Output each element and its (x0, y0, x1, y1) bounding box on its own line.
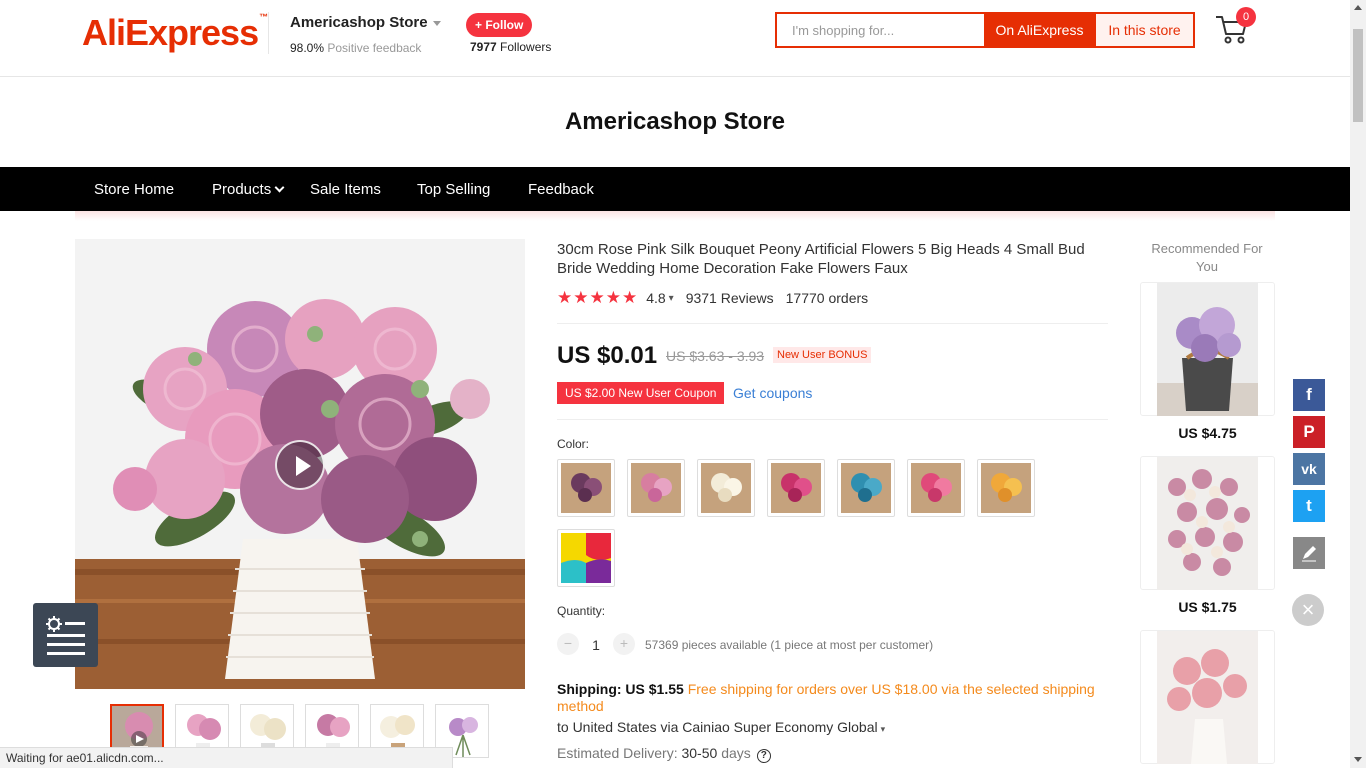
scrollbar-thumb[interactable] (1353, 29, 1363, 122)
reviews-count[interactable]: 9371 Reviews (686, 290, 774, 306)
new-user-badge: New User BONUS (773, 347, 872, 363)
recommended-price: US $4.75 (1178, 425, 1237, 441)
swatch-image (771, 463, 821, 513)
browser-status-bar: Waiting for ae01.alicdn.com... (0, 747, 453, 768)
followers-count: 7977 (470, 40, 497, 54)
quantity-label: Quantity: (557, 604, 606, 618)
est-label: Estimated Delivery: (557, 745, 678, 761)
nav-feedback[interactable]: Feedback (528, 181, 594, 198)
pinterest-share-icon[interactable]: P (1293, 416, 1325, 448)
nav-sale-items[interactable]: Sale Items (310, 181, 381, 198)
page: AliExpress™ Americashop Store 98.0% Posi… (0, 0, 1366, 768)
color-swatch[interactable] (627, 459, 685, 517)
store-feedback: 98.0% Positive feedback (290, 41, 421, 55)
nav-top-selling[interactable]: Top Selling (417, 181, 490, 198)
recommended-image (1157, 457, 1258, 590)
recommended-image (1157, 283, 1258, 416)
header-divider (268, 12, 269, 54)
feedback-percent: 98.0% (290, 41, 325, 55)
estimated-delivery: Estimated Delivery: 30-50 days? (557, 745, 771, 763)
quantity-decrease-button[interactable]: − (557, 633, 579, 655)
close-share-icon[interactable]: × (1292, 594, 1324, 626)
recommended-item[interactable] (1140, 456, 1275, 590)
ship-to-selector[interactable]: to United States via Cainiao Super Econo… (557, 719, 885, 735)
edit-icon[interactable] (1293, 537, 1325, 569)
chevron-down-icon (274, 182, 285, 193)
page-scrollbar[interactable] (1350, 0, 1366, 768)
recommended-price: US $1.75 (1178, 599, 1237, 615)
shipping-info: Shipping: US $1.55 Free shipping for ord… (557, 681, 1097, 715)
divider (557, 419, 1108, 420)
follow-button[interactable]: + Follow (466, 13, 533, 37)
color-swatch[interactable] (557, 459, 615, 517)
store-nav: Store Home Products Sale Items Top Selli… (0, 167, 1350, 221)
color-swatch[interactable] (837, 459, 895, 517)
quantity-increase-button[interactable]: + (613, 633, 635, 655)
followers: 7977 Followers (470, 40, 551, 54)
store-name-dropdown[interactable]: Americashop Store (290, 14, 441, 31)
logo-text: AliExpress (82, 12, 259, 53)
store-name: Americashop Store (290, 14, 428, 31)
ship-to-text: to United States via Cainiao Super Econo… (557, 719, 878, 735)
color-swatch-multicolor[interactable] (557, 529, 615, 587)
search-aliexpress-button[interactable]: On AliExpress (984, 14, 1095, 46)
chevron-down-icon: ▾ (668, 292, 674, 304)
orders-count: 17770 orders (785, 290, 869, 306)
divider (557, 323, 1108, 324)
top-header: AliExpress™ Americashop Store 98.0% Posi… (0, 0, 1350, 77)
swatch-image (841, 463, 891, 513)
star-rating-icon: ★★★★★ (557, 288, 639, 307)
rating-row: ★★★★★ 4.8 ▾ 9371 Reviews 17770 orders (557, 288, 869, 307)
original-price: US $3.63 - 3.93 (666, 348, 765, 364)
swatch-image (911, 463, 961, 513)
est-unit: days (721, 745, 751, 761)
quantity-input[interactable]: 1 (586, 637, 606, 653)
search-input[interactable] (777, 14, 984, 46)
get-coupons-link[interactable]: Get coupons (733, 385, 812, 401)
color-swatch[interactable] (977, 459, 1035, 517)
scroll-down-icon[interactable] (1354, 757, 1362, 762)
feedback-label: Positive feedback (327, 41, 422, 55)
color-swatch[interactable] (907, 459, 965, 517)
twitter-share-icon[interactable]: t (1293, 490, 1325, 522)
recommended-title: Recommended For You (1151, 241, 1263, 274)
color-label: Color: (557, 437, 590, 451)
swatch-image (701, 463, 751, 513)
est-value: 30-50 (681, 745, 718, 761)
cart-count-badge: 0 (1236, 7, 1256, 27)
nav-store-home[interactable]: Store Home (94, 181, 174, 198)
recommended-item[interactable] (1140, 282, 1275, 416)
color-swatch[interactable] (767, 459, 825, 517)
aliexpress-logo[interactable]: AliExpress™ (82, 12, 268, 54)
settings-menu-icon[interactable] (33, 603, 98, 667)
rating-value[interactable]: 4.8 (646, 290, 665, 306)
play-video-icon[interactable] (275, 440, 325, 490)
swatch-image (631, 463, 681, 513)
caret-down-icon (432, 20, 441, 26)
product-title: 30cm Rose Pink Silk Bouquet Peony Artifi… (557, 241, 1085, 277)
help-icon[interactable]: ? (756, 749, 771, 763)
nav-products-label: Products (212, 181, 272, 198)
scroll-up-icon[interactable] (1354, 5, 1362, 10)
store-title: Americashop Store (564, 108, 786, 135)
followers-label: Followers (500, 40, 552, 54)
chevron-down-icon: ▾ (880, 724, 886, 734)
nav-products[interactable]: Products (212, 181, 285, 198)
recommended-image (1157, 631, 1258, 764)
vk-share-icon[interactable]: vk (1293, 453, 1325, 485)
logo-trademark: ™ (259, 12, 268, 22)
swatch-image (981, 463, 1031, 513)
shipping-cost: Shipping: US $1.55 (557, 681, 684, 697)
color-swatch[interactable] (697, 459, 755, 517)
search-store-button[interactable]: In this store (1095, 14, 1193, 46)
nav-shadow (75, 211, 1275, 221)
facebook-share-icon[interactable]: f (1293, 379, 1325, 411)
quantity-available: 57369 pieces available (1 piece at most … (645, 638, 934, 652)
recommended-item[interactable] (1140, 630, 1275, 764)
new-user-coupon[interactable]: US $2.00 New User Coupon (557, 382, 725, 404)
swatch-image (561, 463, 611, 513)
swatch-image (561, 533, 611, 583)
product-price: US $0.01 (557, 342, 658, 369)
search-bar: On AliExpress In this store (775, 12, 1195, 48)
